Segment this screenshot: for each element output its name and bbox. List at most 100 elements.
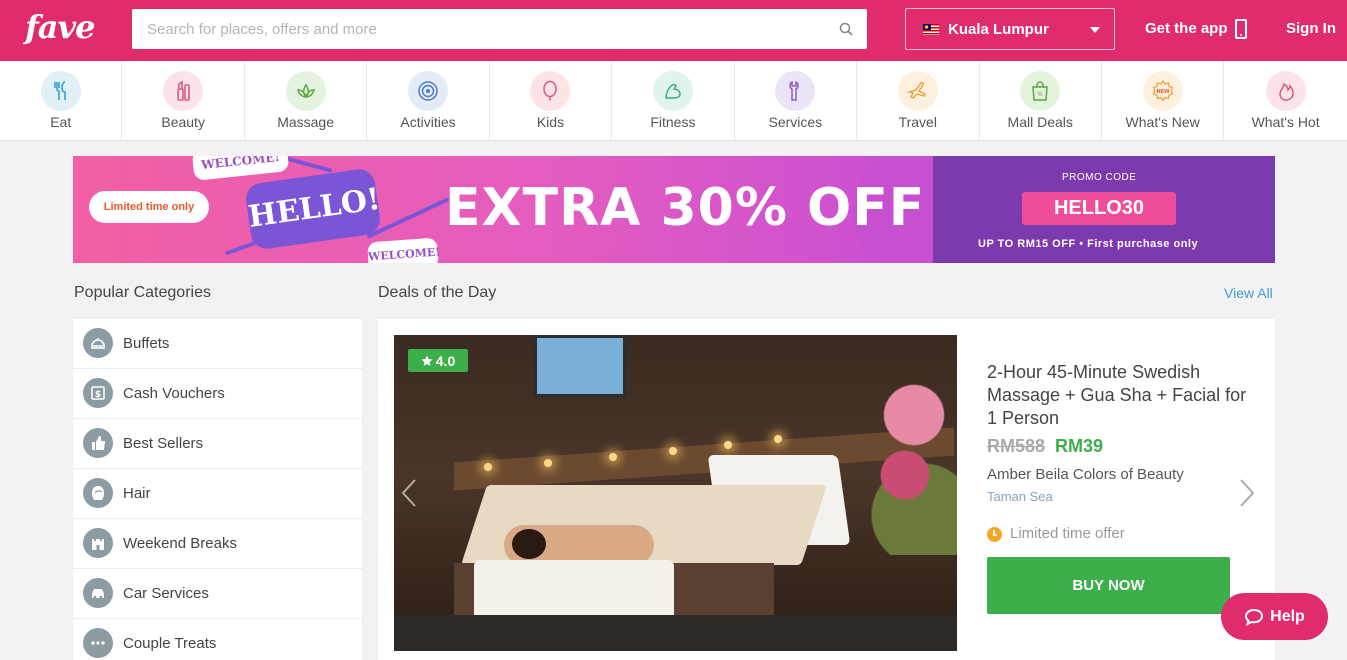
limited-time-badge: Limited time only: [89, 191, 209, 223]
dollar-voucher-icon: $: [83, 378, 113, 408]
popular-item-label: Buffets: [123, 335, 170, 352]
popular-item-car-services[interactable]: Car Services: [73, 569, 362, 619]
balloon-icon: [530, 71, 571, 111]
deals-of-the-day-title: Deals of the Day: [378, 284, 497, 301]
category-label: What's New: [1125, 114, 1200, 130]
category-eat[interactable]: Eat: [0, 61, 123, 141]
search-icon[interactable]: [839, 22, 853, 36]
category-whats-new[interactable]: NEW What's New: [1102, 61, 1225, 141]
discount-price: RM39: [1055, 436, 1104, 456]
category-whats-hot[interactable]: What's Hot: [1224, 61, 1346, 141]
city-selector[interactable]: Kuala Lumpur: [905, 8, 1115, 50]
shopping-bag-icon: %: [1020, 71, 1061, 111]
client-hair: [512, 529, 546, 559]
search-input[interactable]: [132, 9, 822, 49]
popular-item-best-sellers[interactable]: Best Sellers: [73, 419, 362, 469]
sign-in-link[interactable]: Sign In: [1286, 20, 1336, 37]
popular-item-label: Cash Vouchers: [123, 385, 225, 402]
promo-banner[interactable]: Limited time only WELCOME! HELLO! WELCOM…: [73, 156, 1275, 263]
candle-light: [484, 463, 492, 471]
lotus-icon: [285, 71, 326, 111]
top-header: fave Kuala Lumpur Get the app Sign In: [0, 0, 1347, 61]
flower-decor: [869, 355, 957, 555]
airplane-icon: [897, 71, 938, 111]
malaysia-flag-icon: [923, 24, 939, 35]
more-dots-icon: [83, 628, 113, 658]
merchant-name[interactable]: Amber Beila Colors of Beauty: [987, 466, 1184, 483]
carousel-prev-icon[interactable]: [399, 478, 419, 508]
category-label: Kids: [536, 114, 565, 130]
popular-item-label: Weekend Breaks: [123, 535, 237, 552]
promo-subtext: UP TO RM15 OFF • First purchase only: [978, 238, 1199, 250]
original-price: RM588: [987, 436, 1046, 456]
new-badge-icon: NEW: [1142, 71, 1183, 111]
limited-offer-label: Limited time offer: [1010, 525, 1125, 542]
car-icon: [83, 578, 113, 608]
category-activities[interactable]: Activities: [367, 61, 490, 141]
lipstick-icon: [163, 71, 204, 111]
chat-bubble-icon: [1245, 608, 1264, 626]
category-fitness[interactable]: Fitness: [612, 61, 735, 141]
merchant-area: Taman Sea: [987, 489, 1053, 504]
category-travel[interactable]: Travel: [857, 61, 980, 141]
deal-image[interactable]: [394, 335, 957, 651]
phone-icon[interactable]: [1235, 19, 1247, 39]
floor: [394, 615, 957, 651]
rating-value: 4.0: [435, 352, 456, 369]
deal-title[interactable]: 2-Hour 45-Minute Swedish Massage + Gua S…: [987, 361, 1247, 430]
buffet-icon: [83, 328, 113, 358]
category-services[interactable]: Services: [735, 61, 858, 141]
category-label: Beauty: [161, 114, 205, 130]
category-beauty[interactable]: Beauty: [122, 61, 245, 141]
carousel-next-icon[interactable]: [1237, 478, 1257, 508]
category-label: What's Hot: [1251, 114, 1320, 130]
help-button[interactable]: Help: [1221, 593, 1328, 640]
popular-item-hair[interactable]: Hair: [73, 469, 362, 519]
wrench-icon: [775, 71, 816, 111]
chevron-down-icon: [1090, 27, 1100, 33]
popular-item-couple-treats[interactable]: Couple Treats: [73, 619, 362, 660]
popular-item-weekend-breaks[interactable]: Weekend Breaks: [73, 519, 362, 569]
category-nav: Eat Beauty Massage Activities Kids Fitne…: [0, 61, 1347, 141]
towel: [474, 560, 674, 620]
category-label: Activities: [400, 114, 456, 130]
candle-light: [609, 453, 617, 461]
popular-item-buffets[interactable]: Buffets: [73, 319, 362, 369]
category-label: Fitness: [650, 114, 696, 130]
promo-code: HELLO30: [1022, 192, 1176, 225]
popular-item-cash-vouchers[interactable]: $ Cash Vouchers: [73, 369, 362, 419]
category-mall-deals[interactable]: % Mall Deals: [980, 61, 1102, 141]
welcome-bubble: WELCOME!: [367, 237, 441, 263]
fave-logo[interactable]: fave: [25, 8, 95, 46]
category-kids[interactable]: Kids: [490, 61, 613, 141]
city-label: Kuala Lumpur: [948, 21, 1049, 38]
welcome-bubble: WELCOME!: [191, 156, 290, 181]
category-label: Travel: [898, 114, 937, 130]
candle-light: [544, 459, 552, 467]
flame-icon: [1265, 71, 1306, 111]
bicep-icon: [652, 71, 693, 111]
castle-icon: [83, 528, 113, 558]
thumbs-up-icon: [83, 428, 113, 458]
category-label: Massage: [277, 114, 334, 130]
offer-headline: EXTRA 30% OFF: [445, 178, 926, 238]
category-label: Eat: [50, 114, 72, 130]
popular-item-label: Best Sellers: [123, 435, 204, 452]
target-icon: [408, 71, 449, 111]
utensils-icon: [40, 71, 81, 111]
help-label: Help: [1270, 607, 1305, 625]
svg-text:%: %: [1037, 91, 1043, 98]
star-icon: [421, 355, 433, 366]
popular-categories-list: Buffets $ Cash Vouchers Best Sellers Hai…: [73, 319, 362, 660]
rating-badge: 4.0: [408, 349, 468, 372]
candle-light: [774, 435, 782, 443]
search-bar: [132, 9, 867, 49]
view-all-link[interactable]: View All: [1224, 285, 1273, 301]
promo-code-label: PROMO CODE: [1062, 172, 1137, 183]
get-app-link[interactable]: Get the app: [1145, 20, 1228, 37]
clock-icon: [987, 527, 1002, 542]
category-label: Services: [768, 114, 823, 130]
category-massage[interactable]: Massage: [245, 61, 368, 141]
wall-painting: [534, 335, 626, 397]
buy-now-button[interactable]: BUY NOW: [987, 557, 1230, 614]
